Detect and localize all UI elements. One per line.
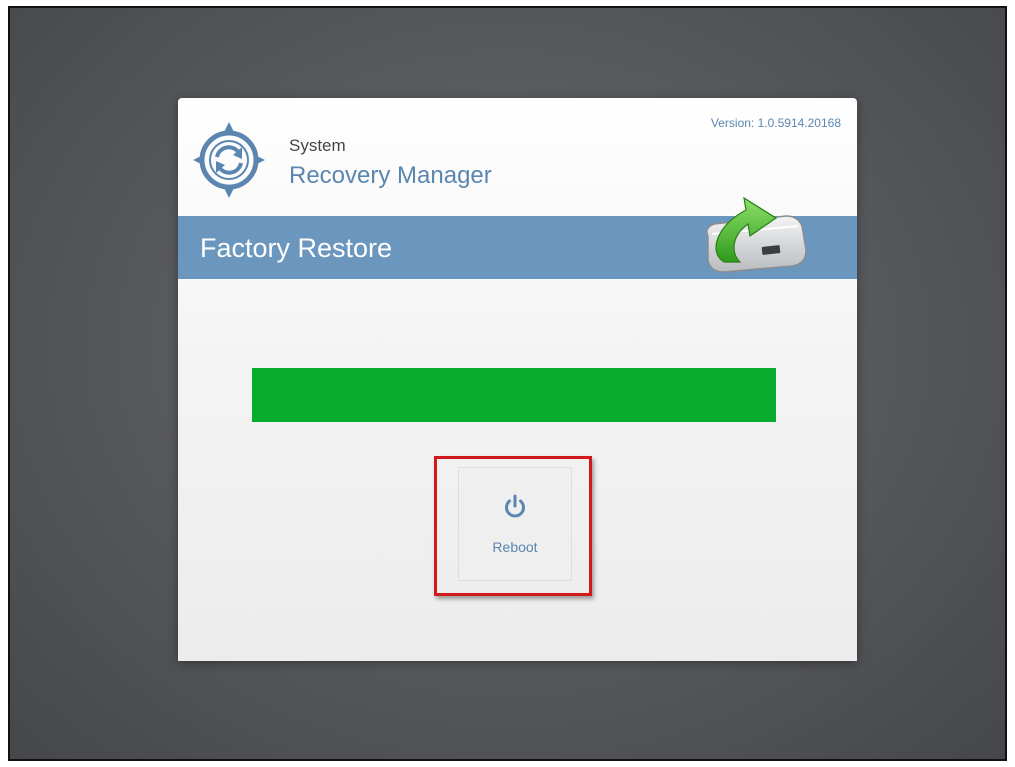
reboot-label: Reboot <box>492 539 538 555</box>
app-title-line1: System <box>289 136 346 155</box>
sync-compass-icon <box>193 122 265 198</box>
recovery-dialog: System Recovery Manager Version: 1.0.591… <box>178 98 857 661</box>
drive-restore-icon <box>706 196 807 273</box>
progress-bar <box>252 368 776 422</box>
screen: System Recovery Manager Version: 1.0.591… <box>8 6 1007 761</box>
power-icon <box>505 494 525 518</box>
progress-bar-fill <box>252 368 776 422</box>
version-label: Version: 1.0.5914.20168 <box>710 116 841 130</box>
app-title-line2: Recovery Manager <box>289 162 492 189</box>
page-title: Factory Restore <box>200 233 393 263</box>
reboot-button[interactable]: Reboot <box>458 467 572 581</box>
